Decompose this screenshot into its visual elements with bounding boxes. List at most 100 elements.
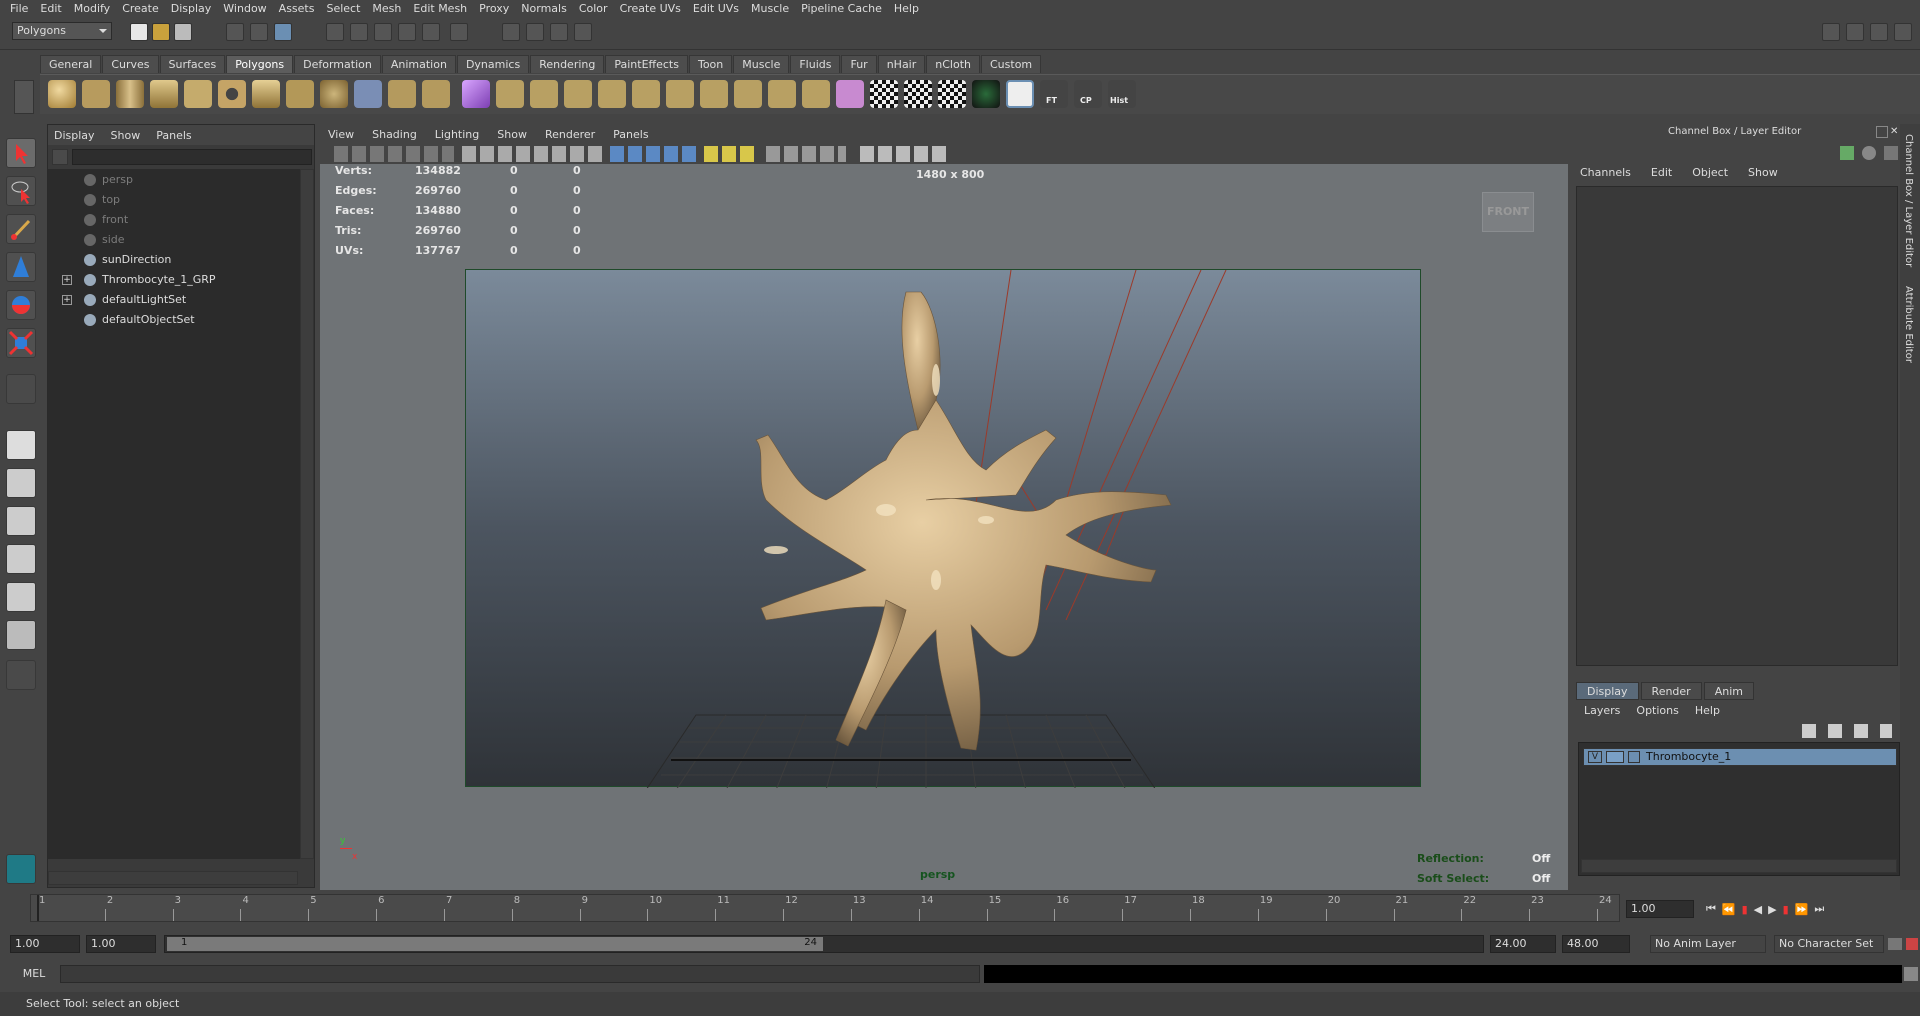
- move-tool-icon[interactable]: [6, 252, 36, 282]
- outliner-item-sundirection[interactable]: sunDirection: [84, 251, 284, 269]
- paint-select-tool-icon[interactable]: [6, 214, 36, 244]
- custom-layout-icon[interactable]: [6, 620, 36, 650]
- select-by-hierarchy-icon[interactable]: [226, 23, 244, 41]
- make-live-icon[interactable]: [422, 23, 440, 41]
- layer-tab-render[interactable]: Render: [1640, 682, 1702, 700]
- layer-menu-options[interactable]: Options: [1636, 704, 1678, 717]
- animation-end-field[interactable]: 48.00: [1562, 935, 1630, 953]
- shelf-tab-rendering[interactable]: Rendering: [530, 55, 605, 73]
- lighting-mode-icons[interactable]: [704, 146, 754, 162]
- render-settings-icon[interactable]: [574, 23, 592, 41]
- command-language-toggle[interactable]: MEL: [10, 965, 58, 983]
- channel-lock-icon[interactable]: [1862, 146, 1876, 160]
- shelf-tab-general[interactable]: General: [40, 55, 102, 73]
- combine-icon[interactable]: [354, 80, 382, 108]
- go-to-end-icon[interactable]: ⏭: [1814, 902, 1824, 916]
- open-scene-icon[interactable]: [152, 23, 170, 41]
- menu-normals[interactable]: Normals: [515, 2, 573, 15]
- shelf-tab-fur[interactable]: Fur: [841, 55, 877, 73]
- layer-horizontal-scrollbar[interactable]: [1581, 859, 1897, 873]
- script-editor-icon[interactable]: [1904, 967, 1918, 981]
- menu-window[interactable]: Window: [217, 2, 272, 15]
- outliner-menu-panels[interactable]: Panels: [156, 129, 191, 142]
- outliner-item-defaultlightset[interactable]: + defaultLightSet: [62, 291, 284, 309]
- bevel-icon[interactable]: [734, 80, 762, 108]
- select-tool-icon[interactable]: [6, 138, 36, 168]
- perspective-viewport[interactable]: Verts: 134882 0 0 Edges: 269760 0 0 Faces: 134880…: [320, 164, 1568, 890]
- shelf-tab-animation[interactable]: Animation: [381, 55, 456, 73]
- step-back-key-icon[interactable]: ⏪: [1722, 903, 1736, 916]
- view-cube[interactable]: FRONT: [1482, 192, 1534, 232]
- expand-toggle-icon[interactable]: +: [62, 275, 72, 285]
- render-current-icon[interactable]: [526, 23, 544, 41]
- auto-key-icon[interactable]: [1888, 938, 1902, 950]
- channel-menu-show[interactable]: Show: [1748, 166, 1778, 179]
- shelf-tab-painteffects[interactable]: PaintEffects: [605, 55, 688, 73]
- rotate-tool-icon[interactable]: [6, 290, 36, 320]
- menu-set-selector[interactable]: Polygons: [12, 22, 112, 40]
- shelf-tab-toon[interactable]: Toon: [688, 55, 733, 73]
- layer-visibility-toggle[interactable]: V: [1588, 751, 1602, 763]
- menu-modify[interactable]: Modify: [68, 2, 116, 15]
- outliner-item-top[interactable]: top: [84, 191, 284, 209]
- shelf-tab-custom[interactable]: Custom: [981, 55, 1042, 73]
- camera-tools-icons[interactable]: [334, 146, 454, 162]
- animation-start-field[interactable]: 1.00: [10, 935, 80, 953]
- uv-snapshot-icon[interactable]: [1006, 80, 1034, 108]
- shelf-tab-curves[interactable]: Curves: [102, 55, 159, 73]
- range-slider-track[interactable]: 1 24: [164, 935, 1484, 953]
- channel-menu-object[interactable]: Object: [1692, 166, 1728, 179]
- shelf-tab-polygons[interactable]: Polygons: [226, 55, 294, 73]
- step-forward-key-icon[interactable]: ⏩: [1795, 903, 1809, 916]
- character-set-selector[interactable]: No Character Set: [1774, 935, 1884, 953]
- outliner-search-input[interactable]: [72, 149, 312, 165]
- menu-select[interactable]: Select: [320, 2, 366, 15]
- time-slider[interactable]: 1 2 3 4 5 6 7 8 9 10 11 12 13 14 15 16 17 18 19 20 21 22 23 24 …: [0, 892, 1920, 928]
- center-pivot-icon[interactable]: CP: [1074, 80, 1102, 108]
- shelf-tab-dynamics[interactable]: Dynamics: [456, 55, 530, 73]
- animation-preferences-icon[interactable]: [1906, 938, 1918, 950]
- outliner-vertical-scrollbar[interactable]: [300, 169, 314, 859]
- outliner-item-defaultobjectset[interactable]: defaultObjectSet: [84, 311, 284, 329]
- viewport-menu-panels[interactable]: Panels: [613, 128, 648, 141]
- range-slider-handle[interactable]: 1 24: [167, 937, 823, 951]
- shading-mode-icons[interactable]: [610, 146, 700, 162]
- lasso-tool-icon[interactable]: [6, 176, 36, 206]
- anim-layer-selector[interactable]: No Anim Layer: [1650, 935, 1766, 953]
- menu-create-uvs[interactable]: Create UVs: [614, 2, 687, 15]
- isolate-select-icons[interactable]: [860, 146, 950, 162]
- channel-menu-edit[interactable]: Edit: [1651, 166, 1672, 179]
- outliner-menu-show[interactable]: Show: [111, 129, 141, 142]
- play-forwards-icon[interactable]: ▶: [1768, 903, 1776, 916]
- bridge-icon[interactable]: [530, 80, 558, 108]
- layer-menu-layers[interactable]: Layers: [1584, 704, 1620, 717]
- viewport-menu-shading[interactable]: Shading: [372, 128, 417, 141]
- menu-mesh[interactable]: Mesh: [366, 2, 407, 15]
- outliner-item-front[interactable]: front: [84, 211, 284, 229]
- split-polygon-icon[interactable]: [598, 80, 626, 108]
- outliner-item-persp[interactable]: persp: [84, 171, 284, 189]
- snap-curve-icon[interactable]: [350, 23, 368, 41]
- poly-cube-icon[interactable]: [82, 80, 110, 108]
- menu-display[interactable]: Display: [165, 2, 218, 15]
- menu-help[interactable]: Help: [888, 2, 925, 15]
- poly-sphere-icon[interactable]: [48, 80, 76, 108]
- playback-end-field[interactable]: 24.00: [1490, 935, 1556, 953]
- four-view-layout-icon[interactable]: [6, 468, 36, 498]
- poly-cylinder-icon[interactable]: [116, 80, 144, 108]
- persp-graph-layout-icon[interactable]: [6, 544, 36, 574]
- shelf-tab-deformation[interactable]: Deformation: [294, 55, 381, 73]
- menu-pipeline-cache[interactable]: Pipeline Cache: [795, 2, 888, 15]
- history-icon[interactable]: [450, 23, 468, 41]
- poly-pipe-icon[interactable]: [286, 80, 314, 108]
- menu-proxy[interactable]: Proxy: [473, 2, 515, 15]
- new-scene-icon[interactable]: [130, 23, 148, 41]
- poly-soccer-ball-icon[interactable]: [320, 80, 348, 108]
- smooth-proxy-icon[interactable]: [462, 80, 490, 108]
- smooth-icon[interactable]: [422, 80, 450, 108]
- layout-options-icon[interactable]: [6, 660, 36, 690]
- channel-menu-channels[interactable]: Channels: [1580, 166, 1631, 179]
- display-mode-icons[interactable]: [766, 146, 846, 162]
- shelf-tab-muscle[interactable]: Muscle: [733, 55, 790, 73]
- freeze-transforms-icon[interactable]: FT: [1040, 80, 1068, 108]
